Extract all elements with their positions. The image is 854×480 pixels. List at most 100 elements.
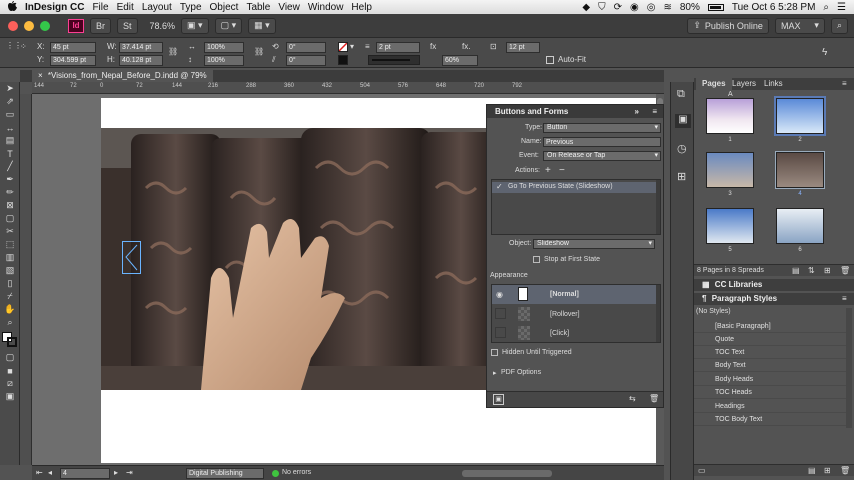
page-thumbnail[interactable]	[775, 151, 825, 189]
free-transform-tool-icon[interactable]: ⬚	[0, 238, 20, 251]
gradient-tool-icon[interactable]: ▥	[0, 251, 20, 264]
eye-icon[interactable]: ◎	[647, 2, 656, 13]
spotlight-icon[interactable]: ⌕	[823, 2, 829, 13]
eye-icon[interactable]: ◉	[496, 290, 503, 299]
horizontal-scrollbar[interactable]	[462, 470, 552, 477]
panel-menu-icon[interactable]: ≡	[842, 79, 847, 88]
dropbox-icon[interactable]: ◆	[582, 2, 590, 13]
convert-to-object-icon[interactable]: ⇆	[629, 394, 636, 403]
page-tool-icon[interactable]: ▭	[0, 108, 20, 121]
paragraph-style-item[interactable]: TOC Heads	[694, 386, 846, 399]
menu-type[interactable]: Type	[180, 2, 210, 13]
panel-menu-icon[interactable]: ≡	[652, 105, 657, 118]
drop-shadow-icon[interactable]: fx.	[462, 42, 470, 51]
page-thumbnail[interactable]	[706, 152, 754, 188]
trash-icon[interactable]: 🗑	[649, 394, 659, 403]
wifi-icon[interactable]: ≋	[663, 2, 671, 13]
effects-icon[interactable]: fx	[430, 42, 436, 51]
add-action-button[interactable]: +	[545, 165, 551, 176]
minimize-window-button[interactable]	[24, 20, 34, 31]
content-collector-icon[interactable]: ▤	[0, 134, 20, 147]
gap-tool-icon[interactable]: ↔	[0, 121, 20, 134]
actions-scrollbar[interactable]	[656, 180, 660, 234]
direct-selection-tool-icon[interactable]: ⇗	[0, 95, 20, 108]
buttons-and-forms-title[interactable]: Buttons and Forms » ≡	[487, 105, 663, 118]
formatting-affects-container-icon[interactable]: ▢	[0, 351, 20, 364]
width-field[interactable]: 37.414 pt	[119, 42, 163, 53]
fill-stroke-swatches[interactable]	[0, 329, 20, 351]
edit-page-size-icon[interactable]: ▤	[792, 266, 800, 275]
page-thumbnail[interactable]	[706, 208, 754, 244]
selection-tool-icon[interactable]: ➤	[0, 82, 20, 95]
remove-action-button[interactable]: −	[559, 165, 565, 176]
page-thumbnail[interactable]	[776, 208, 824, 244]
menu-table[interactable]: Table	[246, 2, 278, 13]
tab-links[interactable]: Links	[758, 78, 789, 90]
close-window-button[interactable]	[8, 20, 18, 31]
zoom-tool-icon[interactable]: ⌕	[0, 316, 20, 329]
search-stock-field[interactable]: ⌕	[830, 17, 848, 34]
page-thumbnail[interactable]	[706, 98, 754, 134]
apply-color-icon[interactable]: ■	[0, 364, 20, 377]
stroke-swatch[interactable]	[338, 55, 348, 65]
height-field[interactable]: 40.128 pt	[119, 55, 163, 66]
fill-swatch[interactable]	[338, 42, 348, 52]
rectangle-tool-icon[interactable]: ▢	[0, 212, 20, 225]
vertical-ruler[interactable]	[20, 94, 32, 465]
line-tool-icon[interactable]: ╱	[0, 160, 20, 173]
scale-y-field[interactable]: 100%	[204, 55, 244, 66]
stroke-weight-field[interactable]: 2 pt	[376, 42, 420, 53]
styles-scrollbar[interactable]	[846, 308, 852, 428]
notifications-icon[interactable]: ☰	[837, 2, 846, 13]
liquid-layout-icon[interactable]: ⊞	[677, 170, 686, 183]
pen-tool-icon[interactable]: ✒	[0, 173, 20, 186]
new-group-icon[interactable]: ▤	[808, 466, 816, 475]
clock[interactable]: Tue Oct 6 5:28 PM	[732, 2, 816, 13]
cc-libraries-header[interactable]: ▦ CC Libraries	[694, 279, 854, 291]
arrange-documents-button[interactable]: ▦ ▾	[248, 17, 276, 34]
visibility-toggle[interactable]	[495, 308, 506, 319]
pencil-tool-icon[interactable]: ✏	[0, 186, 20, 199]
menu-help[interactable]: Help	[351, 2, 380, 13]
state-row-normal[interactable]: ◉ [Normal]	[492, 285, 656, 304]
button-name-field[interactable]: Previous	[543, 137, 661, 147]
event-dropdown[interactable]: On Release or Tap	[543, 151, 661, 161]
constrain-proportions-icon[interactable]: ⛓	[168, 47, 178, 56]
rotation-angle-field[interactable]: 0°	[286, 42, 326, 53]
stock-button[interactable]: St	[117, 17, 138, 34]
page-thumbnail[interactable]	[774, 96, 826, 136]
horizontal-ruler[interactable]: 144 72 0 72 144 216 288 360 432 504 576 …	[32, 82, 664, 94]
first-page-icon[interactable]: ⇤	[36, 468, 43, 477]
move-pages-icon[interactable]: ⇅	[808, 266, 815, 275]
menu-file[interactable]: File	[92, 2, 116, 13]
opacity-field[interactable]: 60%	[442, 55, 478, 66]
preflight-status[interactable]: No errors	[282, 469, 311, 476]
shear-angle-field[interactable]: 0°	[286, 55, 326, 66]
checkmark-icon[interactable]: ✓	[496, 182, 503, 191]
state-row-rollover[interactable]: [Rollover]	[492, 305, 656, 324]
frame-fitting-icon[interactable]: ⊡	[490, 42, 497, 51]
note-tool-icon[interactable]: ▯	[0, 277, 20, 290]
timing-panel-icon[interactable]: ◷	[677, 142, 687, 155]
autofit-checkbox[interactable]	[546, 56, 554, 64]
paragraph-style-item[interactable]: [Basic Paragraph]	[694, 320, 846, 333]
style-group-icon[interactable]: ▭	[698, 466, 706, 475]
type-tool-icon[interactable]: T	[0, 147, 20, 160]
profile-dropdown[interactable]: Digital Publishing	[186, 468, 264, 479]
type-dropdown[interactable]: Button	[543, 123, 661, 133]
x-position-field[interactable]: 45 pt	[50, 42, 96, 53]
menu-object[interactable]: Object	[210, 2, 247, 13]
paragraph-style-item[interactable]: Body Text	[694, 359, 846, 372]
bridge-button[interactable]: Br	[90, 17, 111, 34]
publish-online-button[interactable]: ⇪ Publish Online	[687, 17, 769, 34]
screen-mode-icon[interactable]: ▣	[0, 390, 20, 403]
last-page-icon[interactable]: ⇥	[126, 468, 133, 477]
tab-layers[interactable]: Layers	[726, 78, 762, 90]
apply-none-icon[interactable]: ⧄	[0, 377, 20, 390]
menu-edit[interactable]: Edit	[117, 2, 142, 13]
states-scrollbar[interactable]	[656, 285, 660, 342]
pages-panel-icon[interactable]: ⧉	[677, 88, 685, 101]
paragraph-style-item[interactable]: Quote	[694, 333, 846, 346]
hand-tool-icon[interactable]: ✋	[0, 303, 20, 316]
shield-icon[interactable]: ⛉	[598, 2, 606, 13]
